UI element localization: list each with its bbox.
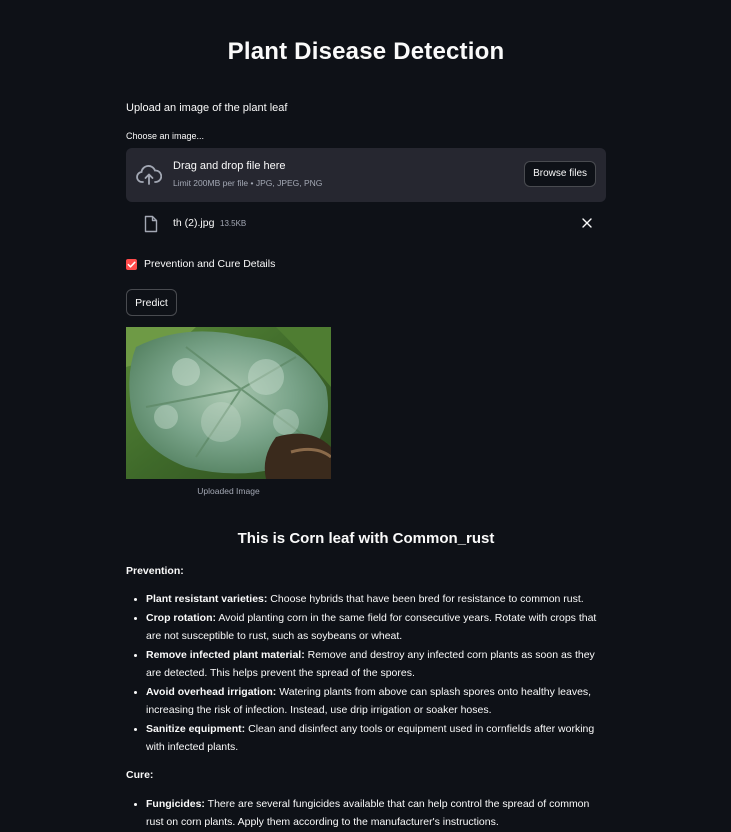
list-item-title: Plant resistant varieties: — [146, 593, 268, 605]
list-item: Remove infected plant material: Remove a… — [146, 646, 608, 682]
cure-list: Fungicides: There are several fungicides… — [126, 795, 608, 832]
prevention-cure-checkbox[interactable] — [126, 259, 137, 270]
list-item-title: Crop rotation: — [146, 612, 216, 624]
list-item: Sanitize equipment: Clean and disinfect … — [146, 720, 608, 756]
cloud-upload-icon — [136, 165, 162, 185]
checkbox-label: Prevention and Cure Details — [144, 258, 276, 270]
cure-heading: Cure: — [126, 769, 154, 781]
dropzone-instruction: Drag and drop file here — [173, 160, 286, 172]
prevention-list: Plant resistant varieties: Choose hybrid… — [126, 590, 608, 757]
list-item: Fungicides: There are several fungicides… — [146, 795, 608, 831]
prediction-result-heading: This is Corn leaf with Common_rust — [237, 530, 495, 547]
list-item: Plant resistant varieties: Choose hybrid… — [146, 590, 608, 608]
uploaded-file-row: th (2).jpg 13.5KB — [126, 210, 606, 238]
file-dropzone[interactable]: Drag and drop file here Limit 200MB per … — [126, 148, 606, 202]
browse-files-button[interactable]: Browse files — [524, 161, 596, 187]
list-item: Crop rotation: Avoid planting corn in th… — [146, 609, 608, 645]
file-uploader-label: Choose an image... — [126, 131, 205, 141]
uploaded-file-size: 13.5KB — [220, 219, 247, 228]
list-item-title: Remove infected plant material: — [146, 649, 305, 661]
file-icon — [144, 215, 158, 233]
list-item-title: Sanitize equipment: — [146, 723, 246, 735]
list-item: Avoid overhead irrigation: Watering plan… — [146, 683, 608, 719]
uploaded-leaf-image — [126, 327, 331, 479]
close-icon[interactable] — [581, 217, 593, 229]
dropzone-file-limit: Limit 200MB per file • JPG, JPEG, PNG — [173, 178, 323, 188]
upload-instruction: Upload an image of the plant leaf — [126, 102, 288, 114]
prevention-heading: Prevention: — [126, 565, 184, 577]
list-item-title: Avoid overhead irrigation: — [146, 686, 277, 698]
list-item-text: There are several fungicides available t… — [146, 798, 590, 828]
list-item-title: Fungicides: — [146, 798, 205, 810]
checkmark-icon — [127, 261, 136, 268]
uploaded-file-name: th (2).jpg — [173, 217, 215, 229]
page-title: Plant Disease Detection — [227, 38, 505, 65]
predict-button[interactable]: Predict — [126, 289, 177, 316]
image-caption: Uploaded Image — [197, 486, 260, 496]
list-item-text: Choose hybrids that have been bred for r… — [267, 593, 584, 605]
